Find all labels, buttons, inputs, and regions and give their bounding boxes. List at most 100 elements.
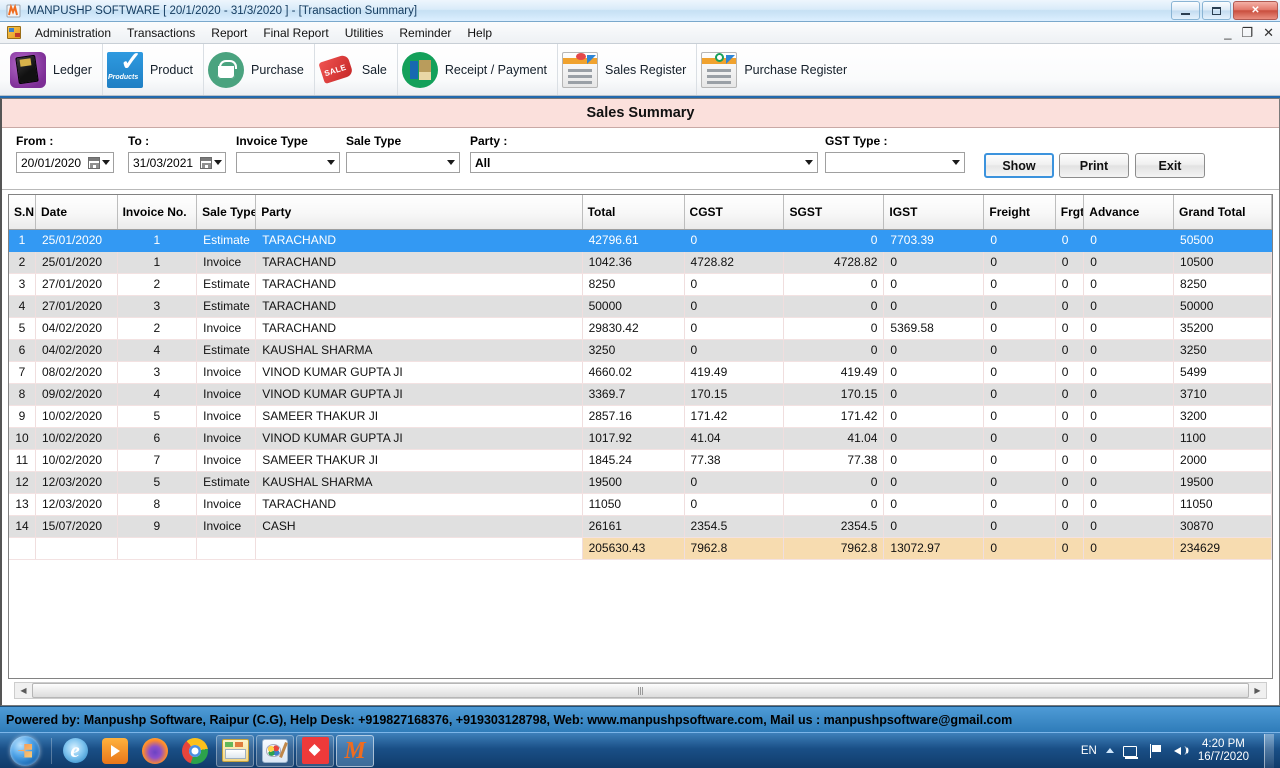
taskbar-button-manpushp-software[interactable]: M	[336, 734, 374, 767]
column-header-party[interactable]: Party	[255, 195, 583, 230]
menu-item-utilities[interactable]: Utilities	[337, 23, 392, 43]
table-row[interactable]: 8 09/02/2020 4 Invoice VINOD KUMAR GUPTA JI 3…	[9, 383, 1272, 406]
party-select[interactable]: All	[470, 152, 818, 173]
menu-item-help[interactable]: Help	[459, 23, 500, 43]
start-button[interactable]	[2, 734, 48, 768]
invoice-type-select[interactable]	[236, 152, 340, 173]
column-header-date[interactable]: Date	[35, 195, 118, 230]
column-header-freight-gst[interactable]: Frgt.(	[1055, 195, 1085, 230]
chevron-down-icon[interactable]	[323, 153, 339, 172]
menu-item-reminder[interactable]: Reminder	[391, 23, 459, 43]
main-toolbar: Ledger Product Purchase Sale Receipt / P…	[0, 44, 1280, 96]
taskbar-button-windows-explorer[interactable]	[216, 734, 254, 767]
column-header-freight[interactable]: Freight	[983, 195, 1056, 230]
menu-item-transactions[interactable]: Transactions	[119, 23, 203, 43]
show-hidden-icons-icon[interactable]	[1105, 748, 1114, 753]
toolbar-button-purchase-register[interactable]: Purchase Register	[697, 44, 857, 95]
table-row[interactable]: 14 15/07/2020 9 Invoice CASH 26161 2354.5 2354.…	[9, 515, 1272, 538]
column-header-grand-total[interactable]: Grand Total	[1173, 195, 1272, 230]
column-header-advance[interactable]: Advance	[1083, 195, 1175, 230]
table-row[interactable]: 3 27/01/2020 2 Estimate TARACHAND 8250 0 0 0 0 0 0 8…	[9, 273, 1272, 296]
chevron-down-icon[interactable]	[948, 153, 964, 172]
gst-type-select[interactable]	[825, 152, 965, 173]
column-header-sn[interactable]: S.N	[9, 195, 36, 230]
table-row[interactable]: 7 08/02/2020 3 Invoice VINOD KUMAR GUPTA JI 4…	[9, 361, 1272, 384]
to-date-picker-button[interactable]	[200, 156, 225, 169]
table-row[interactable]: 2 25/01/2020 1 Invoice TARACHAND 1042.36 4728.…	[9, 251, 1272, 274]
table-row[interactable]: 12 12/03/2020 5 Estimate KAUSHAL SHARMA 19500…	[9, 471, 1272, 494]
cell-igst: 0	[883, 273, 985, 296]
action-center-flag-icon[interactable]	[1148, 743, 1164, 759]
cell-cgst: 419.49	[684, 361, 785, 384]
network-icon[interactable]	[1122, 743, 1139, 759]
grid-horizontal-scrollbar[interactable]: ◀ ▶	[14, 682, 1267, 699]
volume-icon[interactable]	[1173, 743, 1189, 759]
column-header-total[interactable]: Total	[582, 195, 685, 230]
table-row[interactable]: 4 27/01/2020 3 Estimate TARACHAND 50000 0 0 0 0 0 0…	[9, 295, 1272, 318]
table-row[interactable]: 10 10/02/2020 6 Invoice VINOD KUMAR GUPTA JI…	[9, 427, 1272, 450]
taskbar-button-firefox[interactable]	[136, 735, 174, 767]
mdi-restore-button[interactable]: ❐	[1241, 25, 1253, 41]
table-row[interactable]: 13 12/03/2020 8 Invoice TARACHAND 11050 0 0 0 0 0 0…	[9, 493, 1272, 516]
to-date-input[interactable]: 31/03/2021	[128, 152, 226, 173]
sale-type-select[interactable]	[346, 152, 460, 173]
field-sale-type: Sale Type	[346, 134, 460, 173]
taskbar-button-google-chrome[interactable]	[176, 735, 214, 767]
print-button[interactable]: Print	[1059, 153, 1129, 178]
mdi-close-button[interactable]: ✕	[1263, 25, 1274, 41]
mdi-minimize-button[interactable]: _	[1224, 25, 1231, 40]
exit-button[interactable]: Exit	[1135, 153, 1205, 178]
from-date-input[interactable]: 20/01/2020	[16, 152, 114, 173]
cell-sale-type: Invoice	[196, 427, 257, 450]
from-date-picker-button[interactable]	[88, 156, 113, 169]
taskbar-button-red-app[interactable]	[296, 734, 334, 767]
scroll-right-arrow-icon[interactable]: ▶	[1249, 683, 1266, 698]
cell-grand-total: 11050	[1173, 493, 1272, 516]
cell-frgt-gst: 0	[1055, 405, 1085, 428]
toolbar-button-sale[interactable]: Sale	[315, 44, 398, 95]
column-header-sale-type[interactable]: Sale Type	[196, 195, 257, 230]
menu-item-administration[interactable]: Administration	[27, 23, 119, 43]
show-button[interactable]: Show	[984, 153, 1054, 178]
window-close-button[interactable]: ✕	[1233, 1, 1278, 20]
column-header-igst[interactable]: IGST	[883, 195, 985, 230]
scrollbar-thumb[interactable]	[32, 683, 1249, 698]
table-row[interactable]: 5 04/02/2020 2 Invoice TARACHAND 29830.42 0 0 53…	[9, 317, 1272, 340]
table-row[interactable]: 1 25/01/2020 1 Estimate TARACHAND 42796.61 0 0 7…	[9, 229, 1272, 252]
taskbar-button-windows-media-player[interactable]	[96, 735, 134, 767]
cell-inv: 9	[117, 515, 198, 538]
window-minimize-button[interactable]	[1171, 1, 1200, 20]
scrollbar-track[interactable]	[32, 683, 1249, 698]
clock[interactable]: 4:20 PM 16/7/2020	[1198, 738, 1249, 764]
show-desktop-button[interactable]	[1264, 733, 1274, 768]
toolbar-button-product[interactable]: Product	[103, 44, 205, 95]
chevron-down-icon[interactable]	[801, 153, 817, 172]
cell-sgst: 2354.5	[783, 515, 885, 538]
scroll-left-arrow-icon[interactable]: ◀	[15, 683, 32, 698]
taskbar-button-paint[interactable]	[256, 734, 294, 767]
table-row[interactable]: 11 10/02/2020 7 Invoice SAMEER THAKUR JI 1845…	[9, 449, 1272, 472]
toolbar-button-sales-register[interactable]: Sales Register	[558, 44, 698, 95]
sales-summary-grid[interactable]: S.N Date Invoice No. Sale Type Party Tot…	[8, 194, 1273, 679]
taskbar-divider	[51, 737, 52, 764]
menu-item-report[interactable]: Report	[203, 23, 255, 43]
table-row[interactable]: 6 04/02/2020 4 Estimate KAUSHAL SHARMA 3250 0 0…	[9, 339, 1272, 362]
table-row[interactable]: 9 10/02/2020 5 Invoice SAMEER THAKUR JI 2857.…	[9, 405, 1272, 428]
column-header-cgst[interactable]: CGST	[684, 195, 785, 230]
column-header-sgst[interactable]: SGST	[783, 195, 885, 230]
cell-party: KAUSHAL SHARMA	[255, 339, 583, 362]
taskbar-button-internet-explorer[interactable]	[56, 735, 94, 767]
toolbar-button-purchase[interactable]: Purchase	[204, 44, 315, 95]
column-header-invoice-no[interactable]: Invoice No.	[117, 195, 198, 230]
toolbar-button-receipt-payment[interactable]: Receipt / Payment	[398, 44, 559, 95]
cell-frgt-gst: 0	[1055, 295, 1085, 318]
cell-advance: 0	[1083, 317, 1175, 340]
cell-cgst: 0	[684, 339, 785, 362]
cell-cgst: 4728.82	[684, 251, 785, 274]
language-indicator[interactable]: EN	[1081, 745, 1097, 757]
windows-start-orb-icon	[10, 735, 40, 766]
window-maximize-button[interactable]	[1202, 1, 1231, 20]
menu-item-final-report[interactable]: Final Report	[255, 23, 336, 43]
chevron-down-icon[interactable]	[443, 153, 459, 172]
toolbar-button-ledger[interactable]: Ledger	[6, 44, 103, 95]
